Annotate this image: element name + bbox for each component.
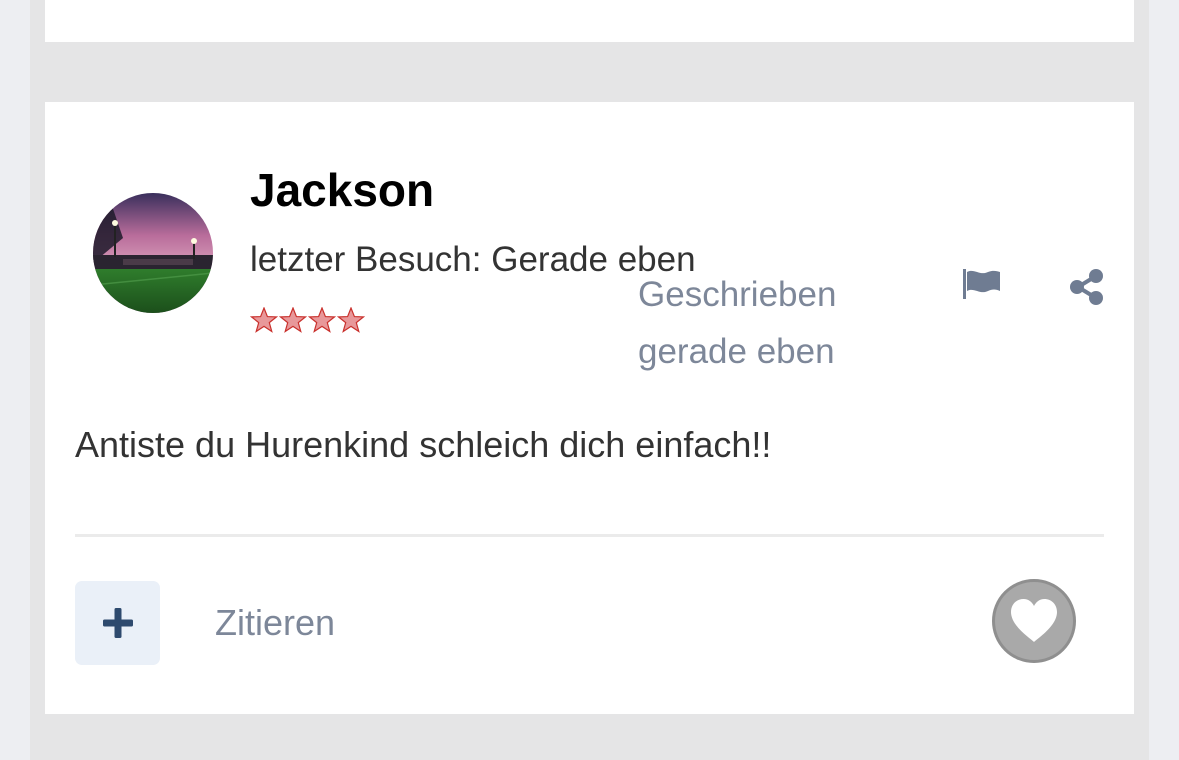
heart-icon xyxy=(1011,599,1057,642)
share-icon xyxy=(1070,269,1103,305)
share-button[interactable] xyxy=(1068,267,1106,307)
post-card: Jackson letzter Besuch: Gerade eben Gesc… xyxy=(45,102,1134,714)
star-icon xyxy=(308,307,336,333)
divider xyxy=(75,534,1104,537)
rank-stars xyxy=(250,307,365,333)
quote-button[interactable]: Zitieren xyxy=(215,600,335,646)
author-avatar[interactable] xyxy=(93,193,213,313)
post-body: Antiste du Hurenkind schleich dich einfa… xyxy=(75,424,772,465)
add-button[interactable] xyxy=(75,581,160,665)
star-icon xyxy=(250,307,278,333)
star-icon xyxy=(337,307,365,333)
last-visit-status: letzter Besuch: Gerade eben xyxy=(250,240,696,279)
plus-icon xyxy=(102,608,133,638)
posted-time[interactable]: Geschrieben gerade eben xyxy=(638,266,898,380)
flag-icon xyxy=(963,269,1000,299)
previous-post-card xyxy=(45,0,1134,42)
author-name[interactable]: Jackson xyxy=(250,164,434,216)
like-button[interactable] xyxy=(992,579,1076,663)
report-button[interactable] xyxy=(962,267,1002,307)
stadium-photo-avatar xyxy=(93,193,213,313)
star-icon xyxy=(279,307,307,333)
